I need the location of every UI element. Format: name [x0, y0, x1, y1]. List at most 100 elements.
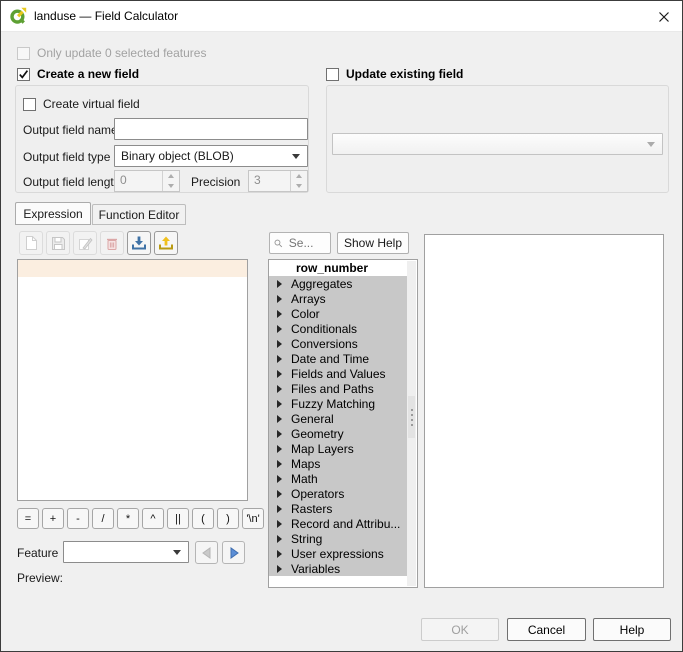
spinner-arrows[interactable]: [162, 171, 179, 191]
expander-collapsed-icon[interactable]: [277, 415, 282, 423]
function-group-color[interactable]: Color: [269, 306, 408, 321]
function-group-arrays[interactable]: Arrays: [269, 291, 408, 306]
next-feature-button[interactable]: [222, 541, 245, 564]
operator-button-[interactable]: =: [17, 508, 39, 529]
expander-collapsed-icon[interactable]: [277, 445, 282, 453]
create-new-field-checkbox[interactable]: Create a new field: [17, 67, 139, 81]
function-group-label: Arrays: [291, 292, 326, 306]
function-group-fuzzy-matching[interactable]: Fuzzy Matching: [269, 396, 408, 411]
function-group-user-expressions[interactable]: User expressions: [269, 546, 408, 561]
function-group-label: Math: [291, 472, 318, 486]
function-group-record-and-attribu-[interactable]: Record and Attribu...: [269, 516, 408, 531]
expression-editor[interactable]: [17, 259, 248, 501]
function-group-label: Record and Attribu...: [291, 517, 400, 531]
function-group-string[interactable]: String: [269, 531, 408, 546]
scrollbar-thumb[interactable]: [408, 396, 415, 438]
function-group-conversions[interactable]: Conversions: [269, 336, 408, 351]
expander-collapsed-icon[interactable]: [277, 355, 282, 363]
function-group-label: Files and Paths: [291, 382, 374, 396]
operator-button-[interactable]: -: [67, 508, 89, 529]
expander-collapsed-icon[interactable]: [277, 565, 282, 573]
function-group-general[interactable]: General: [269, 411, 408, 426]
help-button[interactable]: Help: [593, 618, 671, 641]
function-group-map-layers[interactable]: Map Layers: [269, 441, 408, 456]
expander-collapsed-icon[interactable]: [277, 280, 282, 288]
function-group-rasters[interactable]: Rasters: [269, 501, 408, 516]
expander-collapsed-icon[interactable]: [277, 460, 282, 468]
function-group-label: Fields and Values: [291, 367, 386, 381]
expander-collapsed-icon[interactable]: [277, 295, 282, 303]
only-update-checkbox[interactable]: Only update 0 selected features: [17, 46, 206, 60]
export-arrow-up-icon: [158, 235, 174, 251]
output-field-length-spinner[interactable]: 0: [114, 170, 180, 192]
function-group-variables[interactable]: Variables: [269, 561, 408, 576]
current-line-highlight: [18, 260, 247, 277]
new-file-icon: [24, 235, 39, 251]
output-field-name-input[interactable]: [114, 118, 308, 140]
operator-button-[interactable]: ): [217, 508, 239, 529]
expander-collapsed-icon[interactable]: [277, 310, 282, 318]
function-search-box[interactable]: [269, 232, 331, 254]
close-icon[interactable]: [656, 9, 672, 25]
show-help-button[interactable]: Show Help: [337, 232, 409, 254]
function-group-aggregates[interactable]: Aggregates: [269, 276, 408, 291]
function-group-fields-and-values[interactable]: Fields and Values: [269, 366, 408, 381]
function-group-conditionals[interactable]: Conditionals: [269, 321, 408, 336]
create-virtual-field-checkbox[interactable]: Create virtual field: [23, 97, 140, 111]
operator-button-[interactable]: (: [192, 508, 214, 529]
function-group-files-and-paths[interactable]: Files and Paths: [269, 381, 408, 396]
expander-collapsed-icon[interactable]: [277, 505, 282, 513]
expander-collapsed-icon[interactable]: [277, 385, 282, 393]
function-group-date-and-time[interactable]: Date and Time: [269, 351, 408, 366]
feature-combobox[interactable]: [63, 541, 189, 563]
expander-collapsed-icon[interactable]: [277, 340, 282, 348]
function-tree-scrollbar[interactable]: [407, 261, 416, 586]
operator-button-[interactable]: /: [92, 508, 114, 529]
pencil-icon: [78, 236, 93, 251]
function-group-maps[interactable]: Maps: [269, 456, 408, 471]
function-group-label: Geometry: [291, 427, 344, 441]
operator-button-[interactable]: ^: [142, 508, 164, 529]
search-input[interactable]: [287, 235, 326, 251]
update-existing-checkbox[interactable]: Update existing field: [326, 67, 463, 81]
expander-collapsed-icon[interactable]: [277, 550, 282, 558]
function-group-label: Map Layers: [291, 442, 354, 456]
expander-collapsed-icon[interactable]: [277, 475, 282, 483]
export-expression-button[interactable]: [154, 231, 178, 255]
expander-collapsed-icon[interactable]: [277, 490, 282, 498]
ok-button[interactable]: OK: [421, 618, 499, 641]
expander-collapsed-icon[interactable]: [277, 535, 282, 543]
function-group-operators[interactable]: Operators: [269, 486, 408, 501]
function-item-label: row_number: [296, 261, 368, 275]
expander-collapsed-icon[interactable]: [277, 430, 282, 438]
ok-label: OK: [451, 623, 468, 637]
output-field-length-label: Output field length: [23, 175, 120, 189]
function-item-row-number[interactable]: row_number: [269, 260, 408, 276]
new-expression-button[interactable]: [19, 231, 43, 255]
expander-collapsed-icon[interactable]: [277, 325, 282, 333]
cancel-button[interactable]: Cancel: [507, 618, 586, 641]
checkbox-icon: [23, 98, 36, 111]
save-expression-button[interactable]: [46, 231, 70, 255]
operator-button-[interactable]: *: [117, 508, 139, 529]
precision-spinner[interactable]: 3: [248, 170, 308, 192]
import-expression-button[interactable]: [127, 231, 151, 255]
tab-function-editor[interactable]: Function Editor: [92, 204, 186, 225]
expander-collapsed-icon[interactable]: [277, 370, 282, 378]
output-field-type-combobox[interactable]: Binary object (BLOB): [114, 145, 308, 167]
preview-label: Preview:: [17, 571, 63, 585]
expander-collapsed-icon[interactable]: [277, 520, 282, 528]
edit-expression-button[interactable]: [73, 231, 97, 255]
function-group-geometry[interactable]: Geometry: [269, 426, 408, 441]
delete-expression-button[interactable]: [100, 231, 124, 255]
function-group-math[interactable]: Math: [269, 471, 408, 486]
help-label: Help: [620, 623, 645, 637]
previous-feature-button[interactable]: [195, 541, 218, 564]
existing-field-combobox[interactable]: [332, 133, 663, 155]
operator-button-[interactable]: ||: [167, 508, 189, 529]
operator-button-[interactable]: +: [42, 508, 64, 529]
operator-button-n[interactable]: '\n': [242, 508, 264, 529]
spinner-arrows[interactable]: [290, 171, 307, 191]
expander-collapsed-icon[interactable]: [277, 400, 282, 408]
tab-expression[interactable]: Expression: [15, 202, 91, 225]
